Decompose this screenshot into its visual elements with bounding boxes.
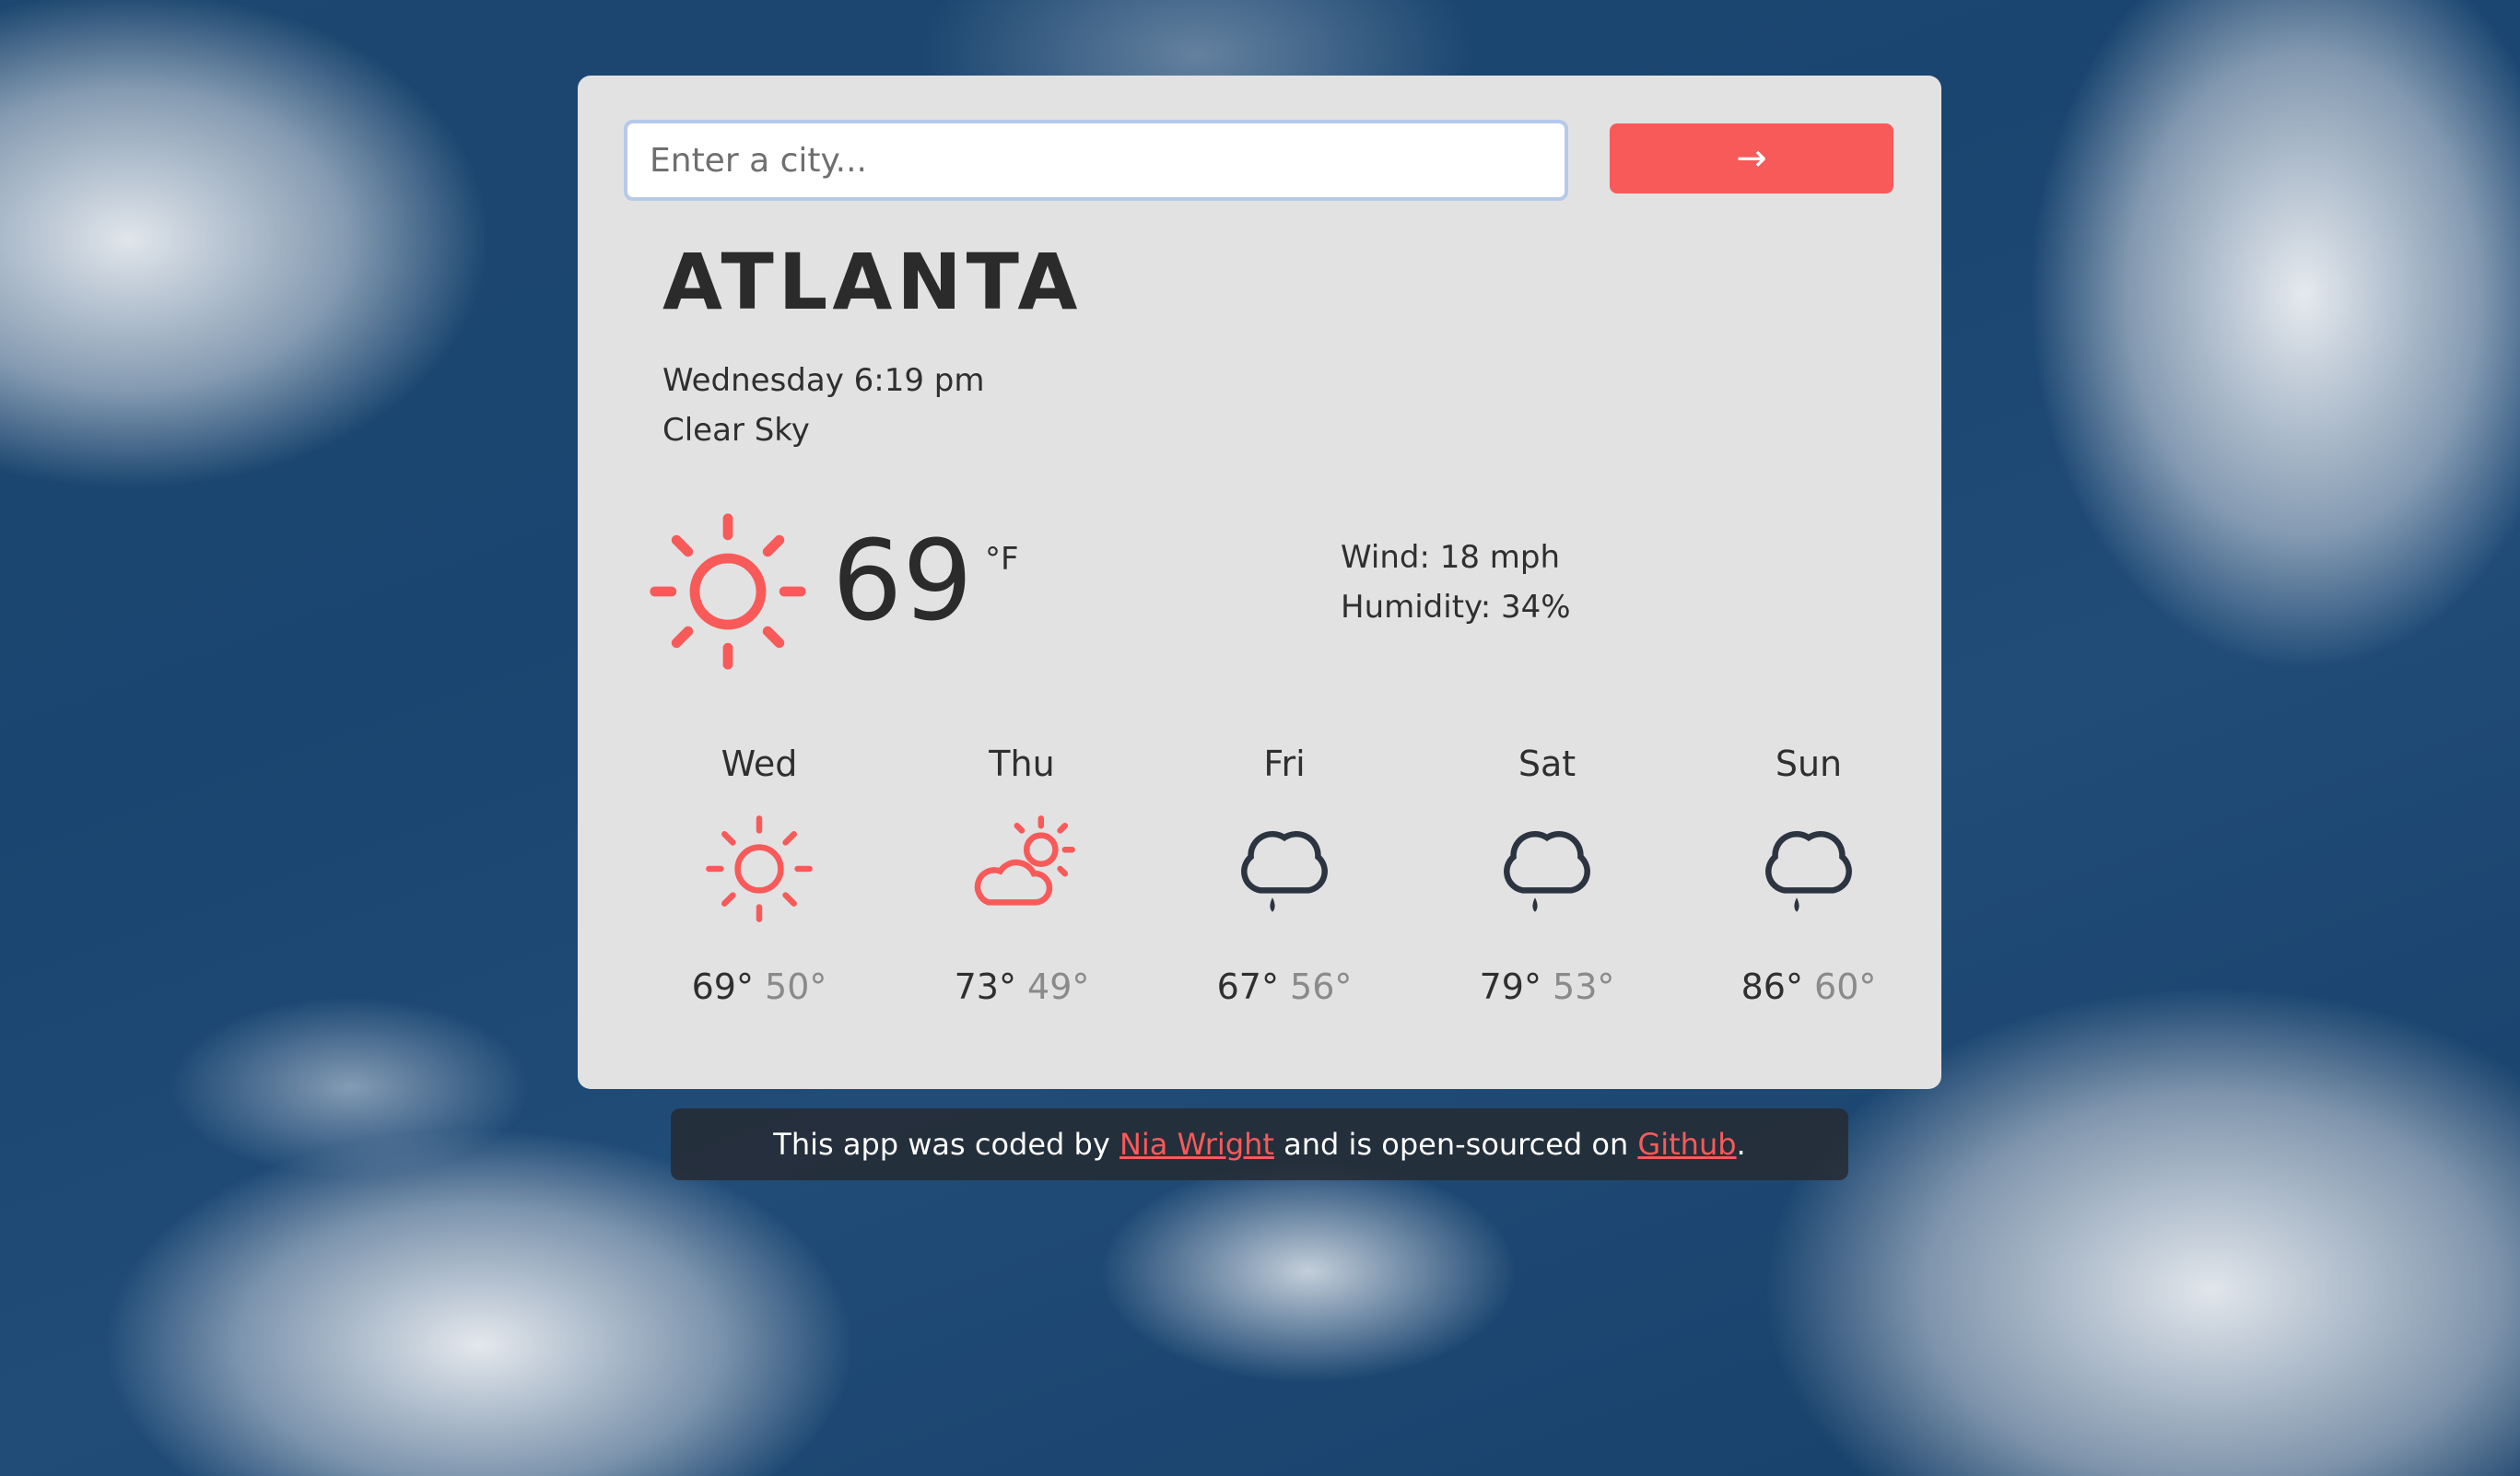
sun-icon (650, 513, 806, 670)
forecast-day: Thu 73° 49° (911, 741, 1132, 1004)
forecast-high: 86° (1741, 966, 1803, 1007)
rain-cloud-icon (1765, 831, 1852, 912)
forecast-temps: 73° 49° (911, 969, 1132, 1004)
forecast-temps: 79° 53° (1436, 969, 1658, 1004)
forecast-day: Sat 79° 53° (1436, 741, 1658, 1004)
forecast-low: 56° (1290, 966, 1353, 1007)
forecast-low: 49° (1027, 966, 1090, 1007)
forecast-temps: 67° 56° (1174, 969, 1395, 1004)
forecast-high: 67° (1216, 966, 1279, 1007)
forecast-day-name: Wed (721, 744, 798, 784)
footer-middle: and is open-sourced on (1273, 1127, 1638, 1162)
humidity: Humidity: 34% (1341, 589, 1571, 626)
forecast-day-name: Sun (1775, 744, 1843, 784)
forecast-day-name: Fri (1263, 744, 1306, 784)
forecast-low: 60° (1814, 966, 1877, 1007)
forecast-high: 69° (691, 966, 754, 1007)
forecast-temps: 86° 60° (1698, 969, 1919, 1004)
forecast-temps: 69° 50° (649, 969, 870, 1004)
footer-suffix: . (1736, 1127, 1746, 1162)
forecast-day: Sun 86° 60° (1698, 741, 1919, 1004)
forecast-day-name: Thu (989, 744, 1055, 784)
forecast-low: 50° (765, 966, 827, 1007)
github-link[interactable]: Github (1637, 1127, 1736, 1162)
city-name: ATLANTA (662, 237, 1083, 327)
forecast-high: 73° (954, 966, 1016, 1007)
weather-condition: Clear Sky (662, 412, 810, 449)
footer-prefix: This app was coded by (773, 1127, 1119, 1162)
footer-credits: This app was coded by Nia Wright and is … (671, 1108, 1848, 1180)
temperature-unit-toggle[interactable]: °F (985, 544, 1019, 575)
forecast-row: Wed 69° 50° Thu 73° 49° Fri 67° 56° Sat … (578, 741, 1941, 1072)
weather-card: → ATLANTA Wednesday 6:19 pm Clear Sky 69… (578, 76, 1941, 1089)
rain-cloud-icon (1241, 831, 1328, 912)
current-datetime: Wednesday 6:19 pm (662, 362, 985, 399)
partly-cloudy-icon (974, 815, 1075, 906)
current-temperature: 69 (832, 518, 973, 646)
forecast-high: 79° (1479, 966, 1541, 1007)
forecast-day: Wed 69° 50° (649, 741, 870, 1004)
sun-icon (706, 815, 813, 922)
forecast-day-name: Sat (1518, 744, 1576, 784)
city-search-input[interactable] (624, 120, 1568, 201)
author-link[interactable]: Nia Wright (1119, 1127, 1274, 1162)
wind-speed: Wind: 18 mph (1341, 539, 1561, 576)
forecast-low: 53° (1553, 966, 1615, 1007)
forecast-day: Fri 67° 56° (1174, 741, 1395, 1004)
rain-cloud-icon (1504, 831, 1590, 912)
search-submit-button[interactable]: → (1610, 123, 1893, 193)
